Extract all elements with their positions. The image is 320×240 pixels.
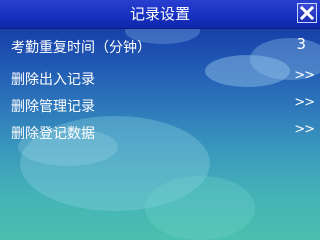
menu-item-label: 删除登记数据 xyxy=(11,126,95,142)
menu-item-label: 删除出入记录 xyxy=(11,72,95,88)
close-icon xyxy=(299,5,315,21)
close-button[interactable] xyxy=(297,3,317,23)
page-title: 记录设置 xyxy=(129,5,190,23)
double-chevron-right-icon: >> xyxy=(294,122,315,137)
menu-item-delete-enrollment-data[interactable]: 删除登记数据 >> xyxy=(0,122,320,146)
double-chevron-right-icon: >> xyxy=(294,95,315,110)
repeat-time-value: 3 xyxy=(296,35,306,53)
menu-item-delete-admin-records[interactable]: 删除管理记录 >> xyxy=(0,95,320,119)
record-settings-screen: 记录设置 考勤重复时间（分钟） 3 删除出入记录 >> 删除管理记录 >> 删除… xyxy=(0,0,320,240)
menu-item-label: 考勤重复时间（分钟） xyxy=(11,40,151,56)
menu-item-label: 删除管理记录 xyxy=(11,99,95,115)
title-bar: 记录设置 xyxy=(0,0,320,29)
menu-item-attendance-repeat-time[interactable]: 考勤重复时间（分钟） 3 xyxy=(0,35,320,60)
double-chevron-right-icon: >> xyxy=(294,68,315,83)
menu-item-delete-access-records[interactable]: 删除出入记录 >> xyxy=(0,68,320,92)
background-bubble xyxy=(145,176,255,240)
